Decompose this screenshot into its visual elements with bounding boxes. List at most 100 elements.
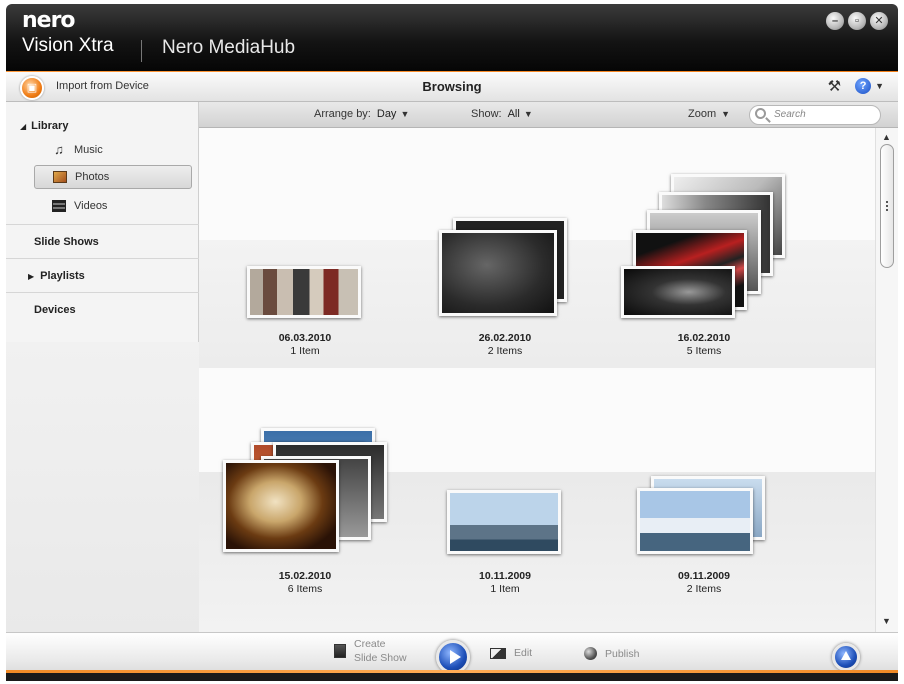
album-date: 09.11.2009 [678,570,730,582]
album-caption[interactable]: 09.11.2009 2 Items [624,570,784,596]
album-count: 6 Items [287,583,323,595]
album-caption[interactable]: 26.02.2010 2 Items [425,332,585,358]
scroll-down-icon[interactable]: ▼ [882,616,891,626]
album-date: 16.02.2010 [677,332,731,344]
album-grid: 06.03.2010 1 Item 26.02.2010 2 Items 16.… [199,128,875,632]
publish-label: Publish [605,647,640,660]
create-slide-show-button[interactable]: Create Slide Show [334,637,407,665]
sidebar-item-playlists[interactable]: ▶ Playlists [28,270,85,282]
brand-divider [141,40,142,62]
import-from-device-button[interactable]: Import from Device [56,80,149,92]
arrange-by-value[interactable]: Day [377,108,397,120]
album-date: 10.11.2009 [479,570,531,582]
sidebar-item-videos[interactable]: Videos [34,194,192,218]
album-count: 5 Items [686,345,722,357]
album-count: 2 Items [487,345,523,357]
photo-icon [53,171,67,183]
close-icon[interactable]: ✕ [870,12,888,30]
show-dropdown[interactable]: Show: All ▼ [471,108,533,120]
product-name: Vision Xtra [22,35,114,56]
import-from-device-icon[interactable]: ▣ [20,76,44,100]
album-count: 1 Item [490,583,520,595]
search-placeholder: Search [774,109,806,120]
header-tools: ⚒ ? ▼ [828,77,884,95]
grip-icon [886,201,888,211]
sidebar-item-slide-shows[interactable]: Slide Shows [34,236,99,248]
title-bar: nero Vision Xtra Nero MediaHub – ▫ ✕ [6,4,898,72]
window-controls: – ▫ ✕ [826,12,888,30]
film-icon [52,200,66,212]
album-date: 15.02.2010 [278,570,332,582]
sidebar-item-label: Videos [74,200,108,212]
publish-button[interactable]: Publish [584,647,639,660]
vertical-scrollbar[interactable]: ▲ ▼ [875,128,898,632]
sidebar-empty-area [6,342,199,632]
show-value[interactable]: All [508,108,520,120]
help-menu[interactable]: ? ▼ [855,78,884,94]
album-date: 06.03.2010 [278,332,332,344]
sidebar-library-label: Library [31,120,69,132]
app-name: Nero MediaHub [162,37,296,58]
expand-up-icon[interactable] [832,643,860,671]
chevron-down-icon[interactable]: ▼ [875,81,884,91]
edit-label: Edit [514,647,533,659]
photo-thumbnail [439,230,557,316]
album-stack[interactable] [619,172,789,320]
minimize-icon[interactable]: – [826,12,844,30]
sidebar-library[interactable]: ◢ Library [20,120,68,132]
divider [6,292,199,293]
photo-thumbnail [637,488,753,554]
sidebar-item-label: Music [74,144,103,156]
photo-thumbnail [247,266,361,318]
search-input[interactable]: Search [749,105,881,125]
album-date: 26.02.2010 [478,332,532,344]
scrollbar-thumb[interactable] [880,144,894,268]
arrange-by-dropdown[interactable]: Arrange by: Day ▼ [314,108,409,120]
album-stack[interactable] [245,264,365,320]
album-count: 1 Item [290,345,320,357]
zoom-label: Zoom [688,108,717,120]
globe-icon [584,647,597,660]
divider [6,258,199,259]
album-count: 2 Items [686,583,722,595]
hammer-icon[interactable]: ⚒ [828,77,841,95]
chevron-down-icon[interactable]: ▼ [524,109,533,119]
sidebar-item-label: Playlists [40,270,85,282]
album-stack[interactable] [221,426,393,556]
slide-show-label: Slide Show [354,652,407,664]
help-icon[interactable]: ? [855,78,872,94]
brand: nero Vision Xtra [22,10,114,58]
header-bar: ▣ Import from Device Browsing ⚒ ? ▼ [6,72,898,102]
sidebar: ◢ Library ♫ Music Photos Videos Slide Sho… [6,102,199,632]
sidebar-item-devices[interactable]: Devices [34,304,76,316]
edit-icon [490,647,506,659]
view-toolbar: Arrange by: Day ▼ Show: All ▼ Zoom ▼ Search [199,102,898,128]
scroll-up-icon[interactable]: ▲ [882,132,891,142]
sidebar-item-music[interactable]: ♫ Music [34,138,192,162]
album-caption[interactable]: 15.02.2010 6 Items [225,570,385,596]
sidebar-item-label: Photos [75,171,110,183]
music-note-icon: ♫ [54,142,64,157]
play-icon[interactable] [436,640,470,674]
photo-thumbnail [621,266,735,318]
maximize-icon[interactable]: ▫ [848,12,866,30]
chevron-down-icon[interactable]: ▼ [400,109,409,119]
show-label: Show: [471,108,502,120]
album-caption[interactable]: 16.02.2010 5 Items [624,332,784,358]
divider [6,224,199,225]
search-icon[interactable] [755,108,766,119]
album-stack[interactable] [435,214,575,318]
arrange-by-label: Arrange by: [314,108,371,120]
photo-thumbnail [223,460,339,552]
expanded-triangle-icon[interactable]: ◢ [20,122,26,131]
edit-button[interactable]: Edit [490,647,532,659]
sidebar-item-photos[interactable]: Photos [34,165,192,189]
nero-logo: nero [22,8,76,33]
chevron-down-icon[interactable]: ▼ [721,109,730,119]
album-caption[interactable]: 06.03.2010 1 Item [225,332,385,358]
album-stack[interactable] [633,474,773,558]
collapsed-triangle-icon[interactable]: ▶ [28,272,34,281]
album-stack[interactable] [445,488,565,558]
zoom-dropdown[interactable]: Zoom ▼ [688,108,730,120]
album-caption[interactable]: 10.11.2009 1 Item [425,570,585,596]
